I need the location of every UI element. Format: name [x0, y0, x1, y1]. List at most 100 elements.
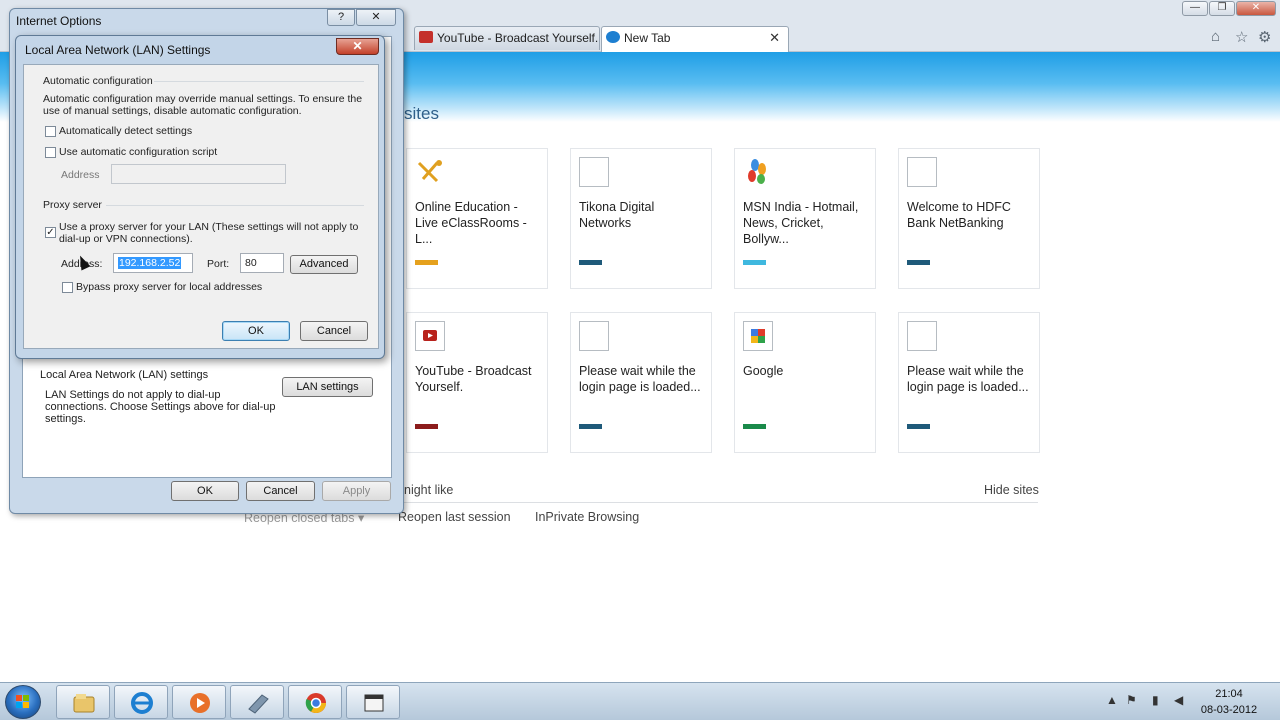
auto-script-checkbox[interactable] [45, 147, 56, 158]
dialog-title: Internet Options [16, 14, 102, 28]
site-tile[interactable]: Online Education - Live eClassRooms - L.… [406, 148, 548, 289]
help-button[interactable]: ? [327, 9, 355, 26]
action-center-flag-icon[interactable]: ⚑ [1126, 693, 1137, 707]
tile-title: YouTube - Broadcast Yourself. [415, 364, 532, 394]
tab-label: New Tab [624, 31, 671, 45]
group-divider [106, 205, 364, 206]
tools-gear-icon[interactable]: ⚙ [1258, 28, 1271, 46]
windows-logo-icon [16, 695, 29, 708]
bypass-local-label: Bypass proxy server for local addresses [76, 281, 263, 293]
dialog-title: Local Area Network (LAN) Settings [25, 43, 211, 57]
education-logo-icon [415, 157, 445, 187]
site-tile[interactable]: Please wait while the login page is load… [898, 312, 1040, 453]
home-icon[interactable]: ⌂ [1211, 28, 1220, 45]
ie-favicon-icon [606, 31, 620, 43]
script-address-label: Address [61, 169, 100, 181]
tile-color-bar [579, 424, 602, 429]
taskbar-media-player[interactable] [172, 685, 226, 719]
close-tab-icon[interactable]: ✕ [769, 27, 780, 49]
tile-color-bar [579, 260, 602, 265]
close-window-button[interactable]: ✕ [1236, 1, 1276, 16]
taskbar [0, 682, 1280, 720]
advanced-button[interactable]: Advanced [290, 255, 358, 274]
tile-title: Please wait while the login page is load… [579, 364, 701, 394]
use-proxy-checkbox[interactable]: ✓ [45, 227, 56, 238]
show-hidden-icons-icon[interactable]: ▲ [1106, 693, 1118, 707]
hide-sites-link[interactable]: Hide sites [984, 483, 1039, 497]
ok-button[interactable]: OK [171, 481, 239, 501]
auto-detect-checkbox[interactable] [45, 126, 56, 137]
close-dialog-button[interactable]: ✕ [356, 9, 396, 26]
clock-date[interactable]: 08-03-2012 [1198, 704, 1260, 716]
youtube-icon [415, 321, 445, 351]
site-tile[interactable]: Welcome to HDFC Bank NetBanking [898, 148, 1040, 289]
youtube-favicon-icon [419, 31, 433, 43]
group-divider [154, 81, 364, 82]
proxy-address-input[interactable]: 192.168.2.52 [113, 253, 193, 273]
minimize-button[interactable]: — [1182, 1, 1208, 16]
script-address-input[interactable] [111, 164, 286, 184]
tile-title: MSN India - Hotmail, News, Cricket, Boll… [743, 200, 859, 246]
blank-page-icon [579, 157, 609, 187]
internet-explorer-icon [131, 692, 153, 714]
sites-you-might-like-link[interactable]: night like [404, 483, 453, 497]
close-dialog-button[interactable]: ✕ [336, 38, 379, 55]
proxy-server-group-label: Proxy server [43, 199, 102, 211]
apply-button[interactable]: Apply [322, 481, 391, 501]
clock-time[interactable]: 21:04 [1206, 688, 1252, 700]
tab-new-tab[interactable]: New Tab ✕ [601, 26, 789, 52]
lan-settings-panel: Automatic configuration Automatic config… [23, 64, 379, 349]
tile-title: Tikona Digital Networks [579, 200, 655, 230]
auto-config-description: Automatic configuration may override man… [43, 93, 363, 117]
auto-detect-label: Automatically detect settings [59, 125, 193, 137]
proxy-address-value: 192.168.2.52 [118, 257, 182, 269]
ok-button[interactable]: OK [222, 321, 290, 341]
bypass-local-checkbox[interactable] [62, 282, 73, 293]
cancel-button[interactable]: Cancel [300, 321, 368, 341]
explorer-icon [73, 694, 95, 713]
chrome-icon [305, 693, 326, 713]
site-tile[interactable]: YouTube - Broadcast Yourself. [406, 312, 548, 453]
divider [404, 502, 1038, 503]
site-tile[interactable]: Please wait while the login page is load… [570, 312, 712, 453]
restore-button[interactable]: ❐ [1209, 1, 1235, 16]
lan-settings-button[interactable]: LAN settings [282, 377, 373, 397]
favorites-star-icon[interactable]: ☆ [1235, 28, 1248, 46]
notepad-icon [248, 694, 269, 714]
tile-color-bar [415, 260, 438, 265]
taskbar-chrome[interactable] [288, 685, 342, 719]
taskbar-internet-explorer[interactable] [114, 685, 168, 719]
cancel-button[interactable]: Cancel [246, 481, 315, 501]
sites-heading: sites [404, 104, 439, 123]
reopen-last-session-link[interactable]: Reopen last session [398, 510, 511, 524]
network-icon[interactable]: ▮ [1152, 693, 1159, 707]
tile-title: Please wait while the login page is load… [907, 364, 1029, 394]
msn-butterfly-icon [743, 157, 773, 187]
app-window-icon [364, 694, 384, 712]
inprivate-browsing-link[interactable]: InPrivate Browsing [535, 510, 639, 524]
volume-icon[interactable]: ◀ [1174, 693, 1183, 707]
tile-color-bar [907, 260, 930, 265]
tab-label: YouTube - Broadcast Yourself. [437, 31, 599, 45]
taskbar-notepad[interactable] [230, 685, 284, 719]
tab-youtube[interactable]: YouTube - Broadcast Yourself. [414, 26, 600, 50]
lan-settings-dialog: Local Area Network (LAN) Settings ✕ Auto… [15, 35, 385, 359]
tile-title: Welcome to HDFC Bank NetBanking [907, 200, 1011, 230]
start-button[interactable] [5, 685, 41, 719]
site-tile[interactable]: MSN India - Hotmail, News, Cricket, Boll… [734, 148, 876, 289]
site-tile[interactable]: Tikona Digital Networks [570, 148, 712, 289]
taskbar-app-window[interactable] [346, 685, 400, 719]
blank-page-icon [907, 321, 937, 351]
use-proxy-label: Use a proxy server for your LAN (These s… [59, 221, 359, 245]
tile-color-bar [415, 424, 438, 429]
lan-settings-group-label: Local Area Network (LAN) settings [40, 369, 209, 381]
tile-color-bar [743, 260, 766, 265]
taskbar-explorer[interactable] [56, 685, 110, 719]
blank-page-icon [907, 157, 937, 187]
google-icon [743, 321, 773, 351]
port-input[interactable]: 80 [240, 253, 284, 273]
site-tile[interactable]: Google [734, 312, 876, 453]
media-player-icon [190, 693, 210, 713]
tile-title: Online Education - Live eClassRooms - L.… [415, 200, 527, 246]
auto-script-label: Use automatic configuration script [59, 146, 218, 158]
